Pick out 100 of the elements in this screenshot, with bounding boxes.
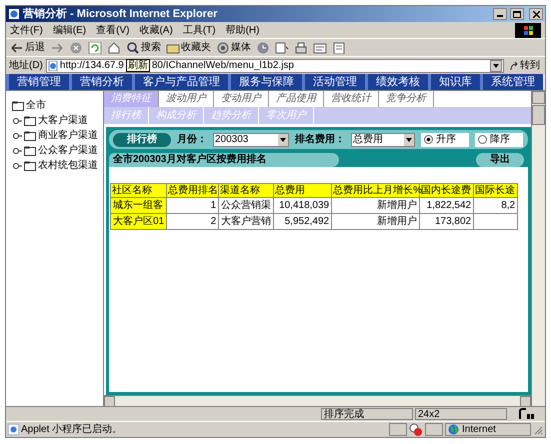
- status-message: 排序完成: [321, 408, 413, 420]
- printer-icon: [294, 42, 308, 54]
- document-icon: [313, 42, 327, 54]
- column-header[interactable]: 总费用比上月增长%: [332, 184, 420, 198]
- caret-icon: [493, 64, 499, 68]
- tree-item[interactable]: 大客户渠道: [38, 113, 88, 128]
- toolbar-button[interactable]: [256, 42, 270, 54]
- page-icon: [275, 42, 289, 54]
- expand-icon[interactable]: [13, 162, 22, 170]
- toolbar-button[interactable]: 搜索: [126, 40, 161, 55]
- resize-grip-icon: [533, 424, 543, 434]
- column-header[interactable]: 总费用: [274, 184, 332, 198]
- fee-label: 排名费用：: [295, 132, 345, 147]
- status-text: Applet 小程序已启动。: [21, 422, 124, 437]
- toolbar-button[interactable]: [275, 42, 289, 54]
- caret-icon: [404, 134, 414, 146]
- panel-title: 排行榜: [113, 132, 171, 146]
- radio-button[interactable]: [424, 135, 433, 144]
- page-icon: [48, 60, 58, 70]
- toolbar-button[interactable]: [88, 42, 102, 54]
- toolbar-button[interactable]: 媒体: [216, 40, 251, 55]
- close-icon: [532, 10, 540, 18]
- address-text: 80/IChannelWeb/menu_l1b2.jsp: [152, 59, 295, 73]
- tooltip: 刷新: [126, 59, 150, 72]
- toolbar-button[interactable]: 收藏夹: [166, 40, 211, 55]
- month-select[interactable]: 200303: [213, 132, 289, 146]
- address-field[interactable]: http://134.67.9 刷新 80/IChannelWeb/menu_l1b2.jsp: [46, 58, 504, 72]
- globe-icon: [448, 424, 459, 435]
- menu-item[interactable]: 帮助(H): [226, 22, 260, 38]
- back-arrow-icon: [10, 42, 24, 54]
- forward-arrow-icon: [50, 42, 64, 54]
- tree-item[interactable]: 商业客户渠道: [38, 128, 98, 143]
- refresh-icon: [88, 42, 102, 54]
- maximize-button[interactable]: [510, 8, 524, 20]
- toolbar-button[interactable]: [332, 42, 346, 54]
- folder-icon: [24, 116, 36, 126]
- fee-select[interactable]: 总费用: [351, 132, 415, 146]
- expand-icon[interactable]: [13, 146, 22, 154]
- maximize-icon: [513, 10, 521, 18]
- applet-icon: [8, 424, 19, 435]
- tree-item[interactable]: 农村统包渠道: [38, 158, 98, 173]
- horizontal-scrollbar[interactable]: [104, 395, 531, 406]
- report-title: 全市200303月对客户区按费用排名: [109, 153, 339, 167]
- table-cell: 2: [166, 214, 219, 230]
- window-title: 营销分析 - Microsoft Internet Explorer: [23, 6, 218, 22]
- table-cell: 10,418,039: [274, 198, 332, 214]
- address-text: http://134.67.9: [60, 59, 124, 73]
- table-cell: 新增用户: [332, 198, 420, 214]
- vertical-scrollbar[interactable]: [531, 91, 545, 406]
- go-button[interactable]: 转到: [507, 58, 542, 73]
- menu-item[interactable]: 查看(V): [96, 22, 130, 38]
- table-cell: 1: [166, 198, 219, 214]
- stop-icon: [69, 42, 83, 54]
- disc-icon: [216, 42, 230, 54]
- minimize-icon: [497, 15, 503, 17]
- toolbar-button[interactable]: 后退: [10, 40, 45, 55]
- folder-icon: [12, 100, 24, 110]
- column-header[interactable]: 社区名称: [110, 184, 167, 198]
- folder-icon: [24, 130, 36, 140]
- table-cell: 8,2: [474, 198, 518, 214]
- close-button[interactable]: [529, 8, 543, 20]
- tree-item[interactable]: 全市: [26, 98, 46, 113]
- toolbar-button[interactable]: [313, 42, 327, 54]
- folder-icon: [166, 42, 180, 54]
- status-size: 24x2: [415, 408, 507, 420]
- browser-icon: [8, 8, 20, 20]
- radio-option[interactable]: 升序: [421, 132, 469, 146]
- menu-item[interactable]: 收藏(A): [139, 22, 173, 38]
- toolbar-button[interactable]: [294, 42, 308, 54]
- table-cell: 大客户区01: [110, 214, 167, 230]
- column-header[interactable]: 总费用排名: [166, 184, 219, 198]
- dropdown-button[interactable]: [490, 60, 502, 72]
- radio-option[interactable]: 降序: [475, 132, 523, 146]
- table-cell: 1,822,542: [420, 198, 474, 214]
- expand-icon[interactable]: [13, 116, 22, 124]
- table-cell: 公众营销渠: [218, 198, 274, 214]
- windows-logo-icon: [515, 22, 541, 38]
- column-header[interactable]: 国际长途: [474, 184, 518, 198]
- export-button[interactable]: 导出: [476, 153, 524, 167]
- go-arrow-icon: [509, 60, 519, 70]
- menu-item[interactable]: 文件(F): [10, 22, 43, 38]
- search-icon: [126, 42, 140, 54]
- clock-icon: [256, 42, 270, 54]
- document-icon: [332, 42, 346, 54]
- table-cell: 5,952,492: [274, 214, 332, 230]
- tree-item[interactable]: 公众客户渠道: [38, 143, 98, 158]
- radio-button[interactable]: [478, 135, 487, 144]
- caret-icon: [278, 134, 288, 146]
- folder-icon: [24, 160, 36, 170]
- zone-label: Internet: [462, 423, 496, 437]
- table-cell: 新增用户: [332, 214, 420, 230]
- minimize-button[interactable]: [493, 8, 507, 20]
- expand-icon[interactable]: [13, 132, 22, 140]
- menu-item[interactable]: 编辑(E): [52, 22, 86, 38]
- address-label: 地址(D): [9, 58, 43, 73]
- table-cell: 173,802: [420, 214, 474, 230]
- menu-item[interactable]: 工具(T): [182, 22, 216, 38]
- table-cell: 城东一组客: [110, 198, 167, 214]
- cursor-icon: [519, 408, 535, 420]
- column-header[interactable]: 渠道名称: [218, 184, 274, 198]
